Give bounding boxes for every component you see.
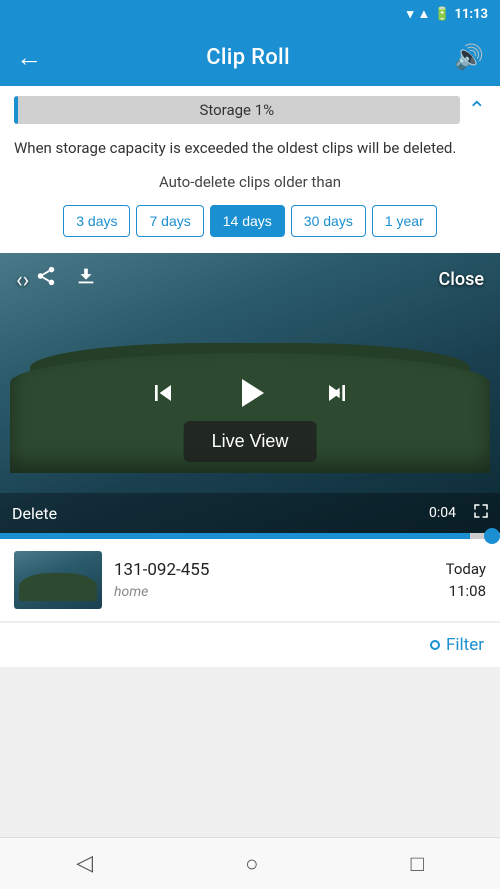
storage-label: Storage 1% xyxy=(14,101,460,119)
status-bar: ▾ ▲ 🔋 11:13 xyxy=(0,0,500,28)
filter-label: Filter xyxy=(446,635,484,655)
storage-info-text: When storage capacity is exceeded the ol… xyxy=(0,134,500,173)
days-30-button[interactable]: 30 days xyxy=(291,205,366,237)
back-button[interactable]: ← xyxy=(16,42,42,73)
clip-location: home xyxy=(114,584,434,600)
video-top-controls: ‹› Close xyxy=(0,253,500,305)
time-display: 11:13 xyxy=(455,7,489,22)
next-button[interactable] xyxy=(310,366,364,420)
status-icons: ▾ ▲ 🔋 11:13 xyxy=(407,6,488,22)
bottom-nav: ◁ ○ □ xyxy=(0,837,500,889)
prev-button[interactable] xyxy=(136,366,190,420)
time-counter: 0:04 xyxy=(429,505,456,521)
playback-controls xyxy=(136,363,364,423)
top-bar: ← Clip Roll 🔊 xyxy=(0,28,500,86)
fullscreen-button[interactable] xyxy=(472,502,490,525)
volume-button[interactable]: 🔊 xyxy=(454,43,484,71)
signal-icon: ▲ xyxy=(417,6,430,22)
progress-bar[interactable] xyxy=(0,533,500,539)
auto-delete-label: Auto-delete clips older than xyxy=(0,173,500,201)
table-row[interactable]: 131-092-455 home Today 11:08 xyxy=(0,539,500,622)
storage-bar: Storage 1% xyxy=(14,96,460,124)
clip-thumbnail xyxy=(14,551,102,609)
storage-bar-row: Storage 1% ⌃ xyxy=(0,86,500,134)
days-3-button[interactable]: 3 days xyxy=(63,205,130,237)
days-buttons: 3 days 7 days 14 days 30 days 1 year xyxy=(0,201,500,253)
clip-list: 131-092-455 home Today 11:08 xyxy=(0,539,500,622)
filter-row: Filter xyxy=(0,622,500,667)
video-player[interactable]: ‹› Close Live View Delete 0:04 xyxy=(0,253,500,533)
play-button[interactable] xyxy=(220,363,280,423)
download-icon[interactable] xyxy=(75,265,97,293)
clip-date: Today xyxy=(446,560,486,578)
wifi-icon: ▾ xyxy=(407,7,414,22)
share-icon[interactable]: ‹› xyxy=(16,265,57,293)
video-top-left: ‹› xyxy=(16,265,97,293)
progress-knob[interactable] xyxy=(484,528,500,544)
storage-chevron-icon[interactable]: ⌃ xyxy=(468,98,486,123)
battery-icon: 🔋 xyxy=(434,7,450,22)
page-title: Clip Roll xyxy=(206,45,290,70)
nav-home-button[interactable]: ○ xyxy=(245,851,258,877)
clip-hour: 11:08 xyxy=(446,582,486,600)
nav-recent-button[interactable]: □ xyxy=(411,851,424,877)
storage-section: Storage 1% ⌃ When storage capacity is ex… xyxy=(0,86,500,253)
live-view-button[interactable]: Live View xyxy=(184,421,317,462)
days-1year-button[interactable]: 1 year xyxy=(372,205,437,237)
days-14-button[interactable]: 14 days xyxy=(210,205,285,237)
delete-button[interactable]: Delete xyxy=(12,504,57,523)
progress-fill xyxy=(0,533,470,539)
filter-circle-icon xyxy=(430,640,440,650)
clip-info: 131-092-455 home xyxy=(102,560,446,600)
nav-back-button[interactable]: ◁ xyxy=(76,851,93,876)
days-7-button[interactable]: 7 days xyxy=(136,205,203,237)
clip-time: Today 11:08 xyxy=(446,560,486,600)
filter-button[interactable]: Filter xyxy=(430,635,484,655)
close-button[interactable]: Close xyxy=(439,269,484,290)
clip-thumb-couch xyxy=(19,573,97,601)
clip-id: 131-092-455 xyxy=(114,560,434,580)
video-bottom-bar: Delete 0:04 xyxy=(0,493,500,533)
